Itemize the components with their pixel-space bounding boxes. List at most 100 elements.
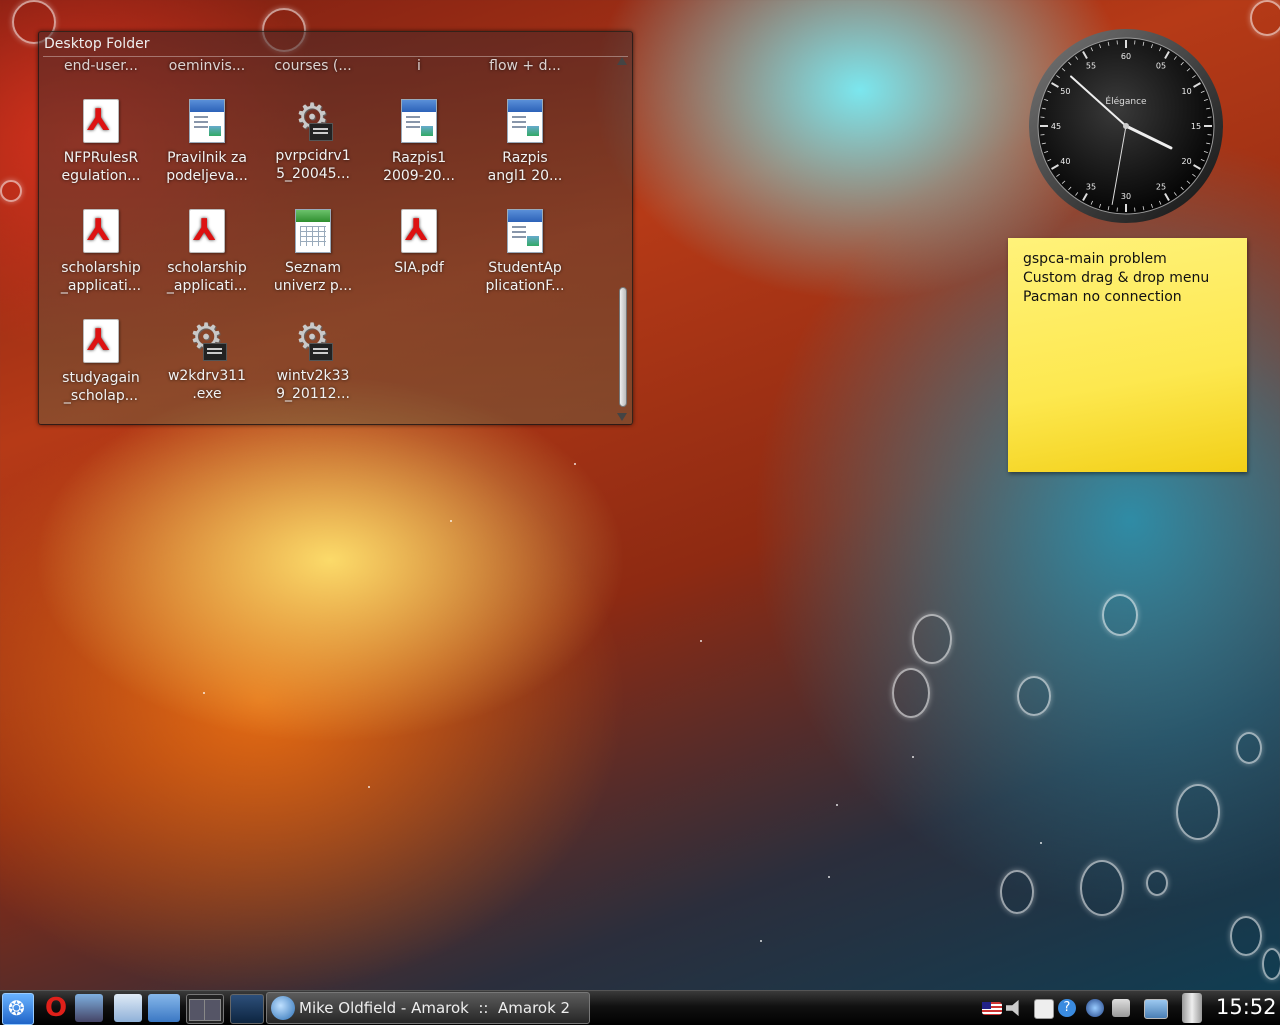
note-line: gspca-main problem: [1023, 251, 1167, 267]
file-item[interactable]: ⅄ scholarship _applicati...: [51, 207, 151, 295]
star-decoration: [203, 692, 205, 694]
file-label: scholarship _applicati...: [157, 259, 257, 295]
pager-icon[interactable]: [186, 994, 224, 1024]
folder-scrollbar[interactable]: [615, 57, 629, 421]
file-item[interactable]: Pravilnik za podeljeva...: [157, 97, 257, 185]
file-label: pvrpcidrv1 5_20045...: [263, 147, 363, 183]
desktop-folder-widget[interactable]: Desktop Folder end-user... oeminvis... c…: [38, 31, 633, 425]
task-label: Mike Oldfield - Amarok :: Amarok 2: [299, 999, 570, 1017]
file-item-partial[interactable]: courses (...: [263, 57, 363, 75]
bubble-decoration: [1017, 676, 1051, 716]
file-item[interactable]: ⚙ wintv2k33 9_20112...: [263, 317, 363, 403]
kickoff-menu-icon[interactable]: [2, 993, 34, 1025]
text-document-icon: [505, 99, 545, 145]
file-item[interactable]: Razpis angl1 20...: [475, 97, 575, 185]
display-icon[interactable]: [1144, 999, 1168, 1019]
clock-number: 20: [1182, 157, 1192, 166]
printer-icon[interactable]: [1112, 999, 1130, 1017]
clock-number: 25: [1156, 183, 1166, 192]
note-line: Custom drag & drop menu: [1023, 270, 1209, 286]
file-item-partial[interactable]: flow + d...: [475, 57, 575, 75]
analog-clock-widget[interactable]: 600510152025303540455055 Élégance: [1028, 28, 1224, 224]
bubble-decoration: [912, 614, 952, 664]
trash-icon[interactable]: [1182, 993, 1202, 1023]
bubble-decoration: [1080, 860, 1124, 916]
file-label: StudentAp plicationF...: [475, 259, 575, 295]
help-icon[interactable]: ?: [1058, 999, 1076, 1017]
pdf-file-icon: ⅄: [81, 319, 121, 365]
bubble-decoration: [0, 180, 22, 202]
file-item[interactable]: StudentAp plicationF...: [475, 207, 575, 295]
file-label: SIA.pdf: [369, 259, 469, 277]
bubble-decoration: [892, 668, 930, 718]
file-label: w2kdrv311 .exe: [157, 367, 257, 403]
pdf-file-icon: ⅄: [81, 209, 121, 255]
task-button-amarok[interactable]: Mike Oldfield - Amarok :: Amarok 2: [266, 992, 590, 1024]
text-document-icon: [187, 99, 227, 145]
file-label: oeminvis...: [157, 57, 257, 75]
clock-number: 50: [1060, 87, 1070, 96]
text-document-icon: [505, 209, 545, 255]
clock-number: 45: [1051, 122, 1061, 131]
executable-gear-icon: ⚙: [293, 97, 333, 143]
clock-number: 40: [1060, 157, 1070, 166]
panel-clock[interactable]: 15:52: [1216, 995, 1277, 1019]
keyboard-layout-flag-icon[interactable]: [982, 1002, 1002, 1015]
sticky-note-widget[interactable]: gspca-main problem Custom drag & drop me…: [1008, 238, 1247, 472]
file-item[interactable]: ⅄ scholarship _applicati...: [157, 207, 257, 295]
file-label: i: [369, 57, 469, 75]
file-item[interactable]: ⚙ w2kdrv311 .exe: [157, 317, 257, 403]
bubble-decoration: [1236, 732, 1262, 764]
star-decoration: [450, 520, 452, 522]
star-decoration: [700, 640, 702, 642]
file-item[interactable]: ⅄ NFPRulesR egulation...: [51, 97, 151, 185]
file-item[interactable]: Seznam univerz p...: [263, 207, 363, 295]
clock-number: 05: [1156, 61, 1166, 70]
system-tray: ?: [978, 991, 1174, 1025]
executable-gear-icon: ⚙: [293, 317, 333, 363]
file-label: wintv2k33 9_20112...: [263, 367, 363, 403]
folder-icon-area[interactable]: end-user... oeminvis... courses (... i f…: [39, 57, 614, 423]
network-icon[interactable]: [1086, 999, 1104, 1017]
scroll-down-arrow-icon[interactable]: [617, 413, 627, 421]
file-label: flow + d...: [475, 57, 575, 75]
bubble-decoration: [1230, 916, 1262, 956]
clock-brand: Élégance: [1105, 95, 1147, 107]
bubble-decoration: [1176, 784, 1220, 840]
file-label: scholarship _applicati...: [51, 259, 151, 295]
file-item[interactable]: ⚙ pvrpcidrv1 5_20045...: [263, 97, 363, 183]
file-label: Seznam univerz p...: [263, 259, 363, 295]
scroll-thumb[interactable]: [619, 287, 627, 407]
taskbar-panel: O Mike Oldfield - Amarok :: Amarok 2 ? 1…: [0, 990, 1280, 1025]
volume-icon[interactable]: [1006, 999, 1024, 1017]
clock-number: 10: [1182, 87, 1192, 96]
file-item-partial[interactable]: end-user...: [51, 57, 151, 75]
star-decoration: [836, 804, 838, 806]
clock-number: 55: [1086, 61, 1096, 70]
bubble-decoration: [1000, 870, 1034, 914]
star-decoration: [912, 756, 914, 758]
star-decoration: [368, 786, 370, 788]
clock-number: 30: [1121, 192, 1131, 201]
bubble-decoration: [1262, 948, 1280, 980]
folder-title: Desktop Folder: [44, 36, 149, 52]
show-desktop-icon[interactable]: [230, 994, 264, 1024]
file-item[interactable]: ⅄ SIA.pdf: [369, 207, 469, 277]
users-icon[interactable]: [75, 994, 103, 1022]
file-item[interactable]: Razpis1 2009-20...: [369, 97, 469, 185]
file-item-partial[interactable]: i: [369, 57, 469, 75]
notepad-icon[interactable]: [114, 994, 142, 1022]
scroll-up-arrow-icon[interactable]: [617, 57, 627, 65]
text-document-icon: [399, 99, 439, 145]
file-item-partial[interactable]: oeminvis...: [157, 57, 257, 75]
folder-star-icon[interactable]: [148, 994, 180, 1022]
clock-number: 60: [1121, 52, 1131, 61]
file-label: courses (...: [263, 57, 363, 75]
file-label: Razpis angl1 20...: [475, 149, 575, 185]
file-item[interactable]: ⅄ studyagain _scholap...: [51, 317, 151, 405]
opera-icon[interactable]: O: [42, 994, 70, 1022]
clipboard-icon[interactable]: [1034, 999, 1054, 1019]
file-label: end-user...: [51, 57, 151, 75]
star-decoration: [828, 876, 830, 878]
executable-gear-icon: ⚙: [187, 317, 227, 363]
